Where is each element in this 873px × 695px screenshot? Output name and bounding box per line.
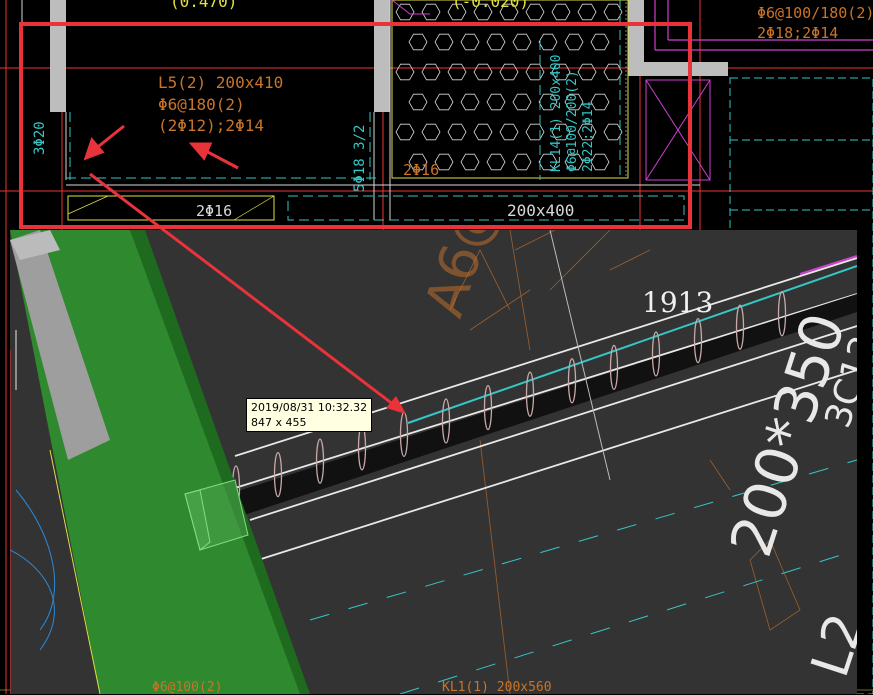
connector-arrow — [89, 172, 406, 414]
bottom-beam-label: KL1(1) 200x560 — [442, 680, 552, 695]
bottom-stirrup-label: Φ6@100(2) — [152, 680, 223, 695]
